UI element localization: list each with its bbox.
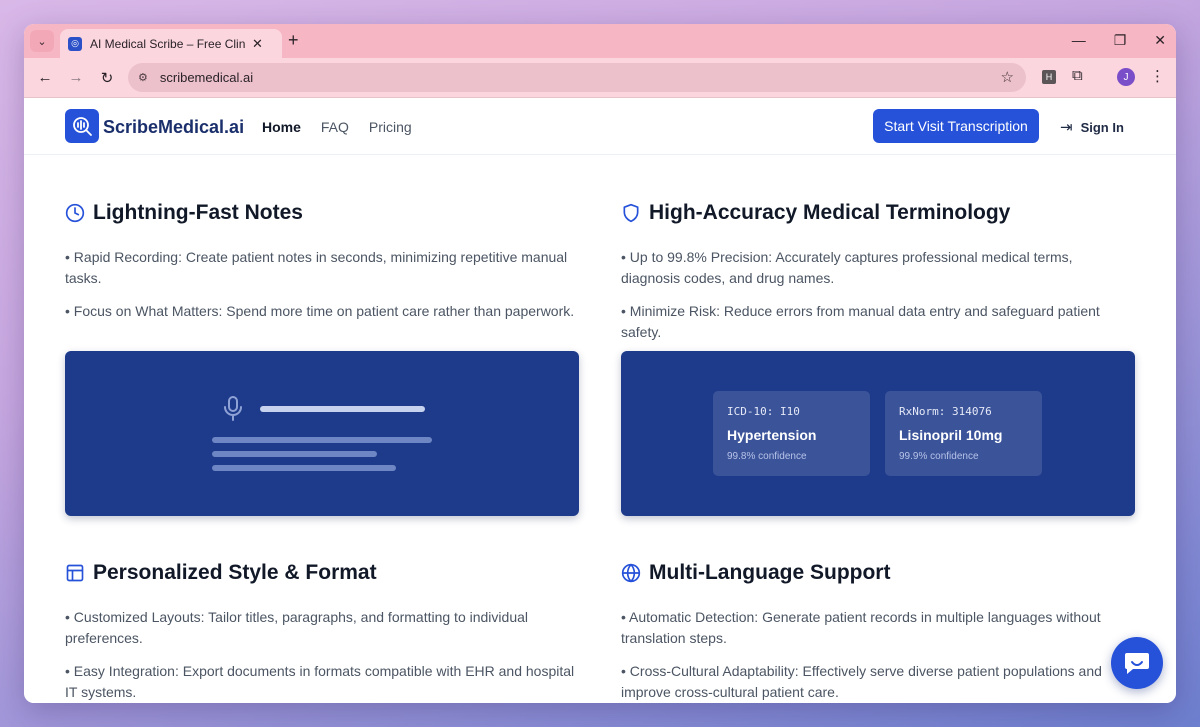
nav-faq[interactable]: FAQ — [321, 119, 349, 135]
nav-pricing[interactable]: Pricing — [369, 119, 412, 135]
feature-bullet: • Minimize Risk: Reduce errors from manu… — [621, 303, 1100, 340]
sign-in-label: Sign In — [1080, 119, 1124, 135]
reload-icon[interactable]: ↻ — [96, 69, 118, 87]
feature-bullet: • Rapid Recording: Create patient notes … — [65, 249, 568, 286]
confidence-label: 99.8% confidence — [727, 451, 807, 462]
restore-icon[interactable]: ❐ — [1114, 32, 1127, 49]
logo-icon[interactable] — [65, 109, 99, 143]
term-label: Lisinopril 10mg — [899, 427, 1003, 443]
extensions-puzzle-icon[interactable]: ⧉ — [1072, 67, 1083, 84]
browser-toolbar: ← → ↻ ⚙ scribemedical.ai ☆ H ⧉ J ⋮ — [24, 58, 1176, 98]
feature-title-row: High-Accuracy Medical Terminology — [621, 201, 1135, 225]
term-label: Hypertension — [727, 427, 817, 443]
text-line — [212, 465, 396, 471]
shield-icon — [621, 203, 641, 223]
url-text[interactable]: scribemedical.ai — [160, 70, 253, 85]
feature-bullet: • Automatic Detection: Generate patient … — [621, 609, 1101, 646]
bookmark-star-icon[interactable]: ☆ — [1001, 68, 1014, 86]
confidence-label: 99.9% confidence — [899, 451, 979, 462]
close-tab-icon[interactable]: ✕ — [252, 36, 263, 52]
feature-bullet: • Customized Layouts: Tailor titles, par… — [65, 609, 528, 646]
forward-icon[interactable]: → — [65, 69, 87, 86]
feature-title-row: Multi-Language Support — [621, 561, 1135, 585]
feature-title: Multi-Language Support — [649, 561, 891, 584]
dictation-illustration — [65, 351, 579, 516]
new-tab-button[interactable]: + — [288, 30, 299, 50]
site-info-icon[interactable]: ⚙ — [138, 71, 148, 84]
feature-title: High-Accuracy Medical Terminology — [649, 201, 1011, 224]
globe-icon — [621, 563, 641, 583]
feature-bullet: • Cross-Cultural Adaptability: Effective… — [621, 663, 1102, 700]
favicon-icon: ◎ — [68, 36, 82, 51]
waveform-bar — [260, 406, 425, 412]
terminology-card: ICD-10: I10 Hypertension 99.8% confidenc… — [713, 391, 870, 476]
sign-in-icon: ⇥ — [1060, 119, 1073, 136]
feature-accuracy: High-Accuracy Medical Terminology • Up t… — [621, 201, 1135, 343]
extension-h-icon[interactable]: H — [1042, 70, 1056, 84]
browser-window: ⌄ ◎ AI Medical Scribe – Free Clinical ✕ … — [24, 24, 1176, 703]
nav-home[interactable]: Home — [262, 119, 301, 135]
back-icon[interactable]: ← — [34, 69, 56, 86]
text-line — [212, 451, 377, 457]
close-window-icon[interactable]: ✕ — [1154, 32, 1166, 49]
microphone-icon — [224, 396, 242, 421]
code-label: RxNorm: 314076 — [899, 405, 992, 418]
chevron-down-icon: ⌄ — [37, 35, 47, 48]
code-label: ICD-10: I10 — [727, 405, 800, 418]
feature-bullet: • Easy Integration: Export documents in … — [65, 663, 575, 700]
chat-widget-button[interactable] — [1111, 637, 1163, 689]
tab-search-button[interactable]: ⌄ — [30, 30, 54, 52]
clock-icon — [65, 203, 85, 223]
terminology-card: RxNorm: 314076 Lisinopril 10mg 99.9% con… — [885, 391, 1042, 476]
feature-multi-language: Multi-Language Support • Automatic Detec… — [621, 561, 1135, 703]
feature-bullet: • Up to 99.8% Precision: Accurately capt… — [621, 249, 1073, 286]
address-bar[interactable]: ⚙ scribemedical.ai ☆ — [128, 63, 1026, 92]
feature-fast-notes: Lightning-Fast Notes • Rapid Recording: … — [65, 201, 579, 322]
feature-title: Lightning-Fast Notes — [93, 201, 303, 224]
terminology-illustration: ICD-10: I10 Hypertension 99.8% confidenc… — [621, 351, 1135, 516]
feature-title: Personalized Style & Format — [93, 561, 377, 584]
window-controls: — ❐ ✕ — [1072, 32, 1166, 49]
profile-avatar[interactable]: J — [1117, 68, 1135, 86]
feature-title-row: Lightning-Fast Notes — [65, 201, 579, 225]
feature-bullet: • Focus on What Matters: Spend more time… — [65, 303, 575, 319]
sign-in-link[interactable]: ⇥ Sign In — [1060, 118, 1124, 136]
browser-menu-icon[interactable]: ⋮ — [1150, 67, 1165, 85]
layout-icon — [65, 563, 85, 583]
site-header: ScribeMedical.ai Home FAQ Pricing Start … — [24, 98, 1176, 155]
chat-bubble-icon — [1125, 653, 1149, 674]
features-section: Lightning-Fast Notes • Rapid Recording: … — [24, 155, 1176, 703]
main-nav: Home FAQ Pricing — [262, 119, 432, 135]
text-line — [212, 437, 432, 443]
tab-strip: ⌄ ◎ AI Medical Scribe – Free Clinical ✕ … — [24, 24, 1176, 58]
tab-title: AI Medical Scribe – Free Clinical — [90, 36, 246, 51]
brand-name[interactable]: ScribeMedical.ai — [103, 117, 244, 138]
browser-tab[interactable]: ◎ AI Medical Scribe – Free Clinical ✕ — [60, 29, 282, 58]
feature-personalized-style: Personalized Style & Format • Customized… — [65, 561, 579, 703]
minimize-icon[interactable]: — — [1072, 32, 1086, 49]
feature-title-row: Personalized Style & Format — [65, 561, 579, 585]
start-transcription-button[interactable]: Start Visit Transcription — [873, 109, 1039, 143]
